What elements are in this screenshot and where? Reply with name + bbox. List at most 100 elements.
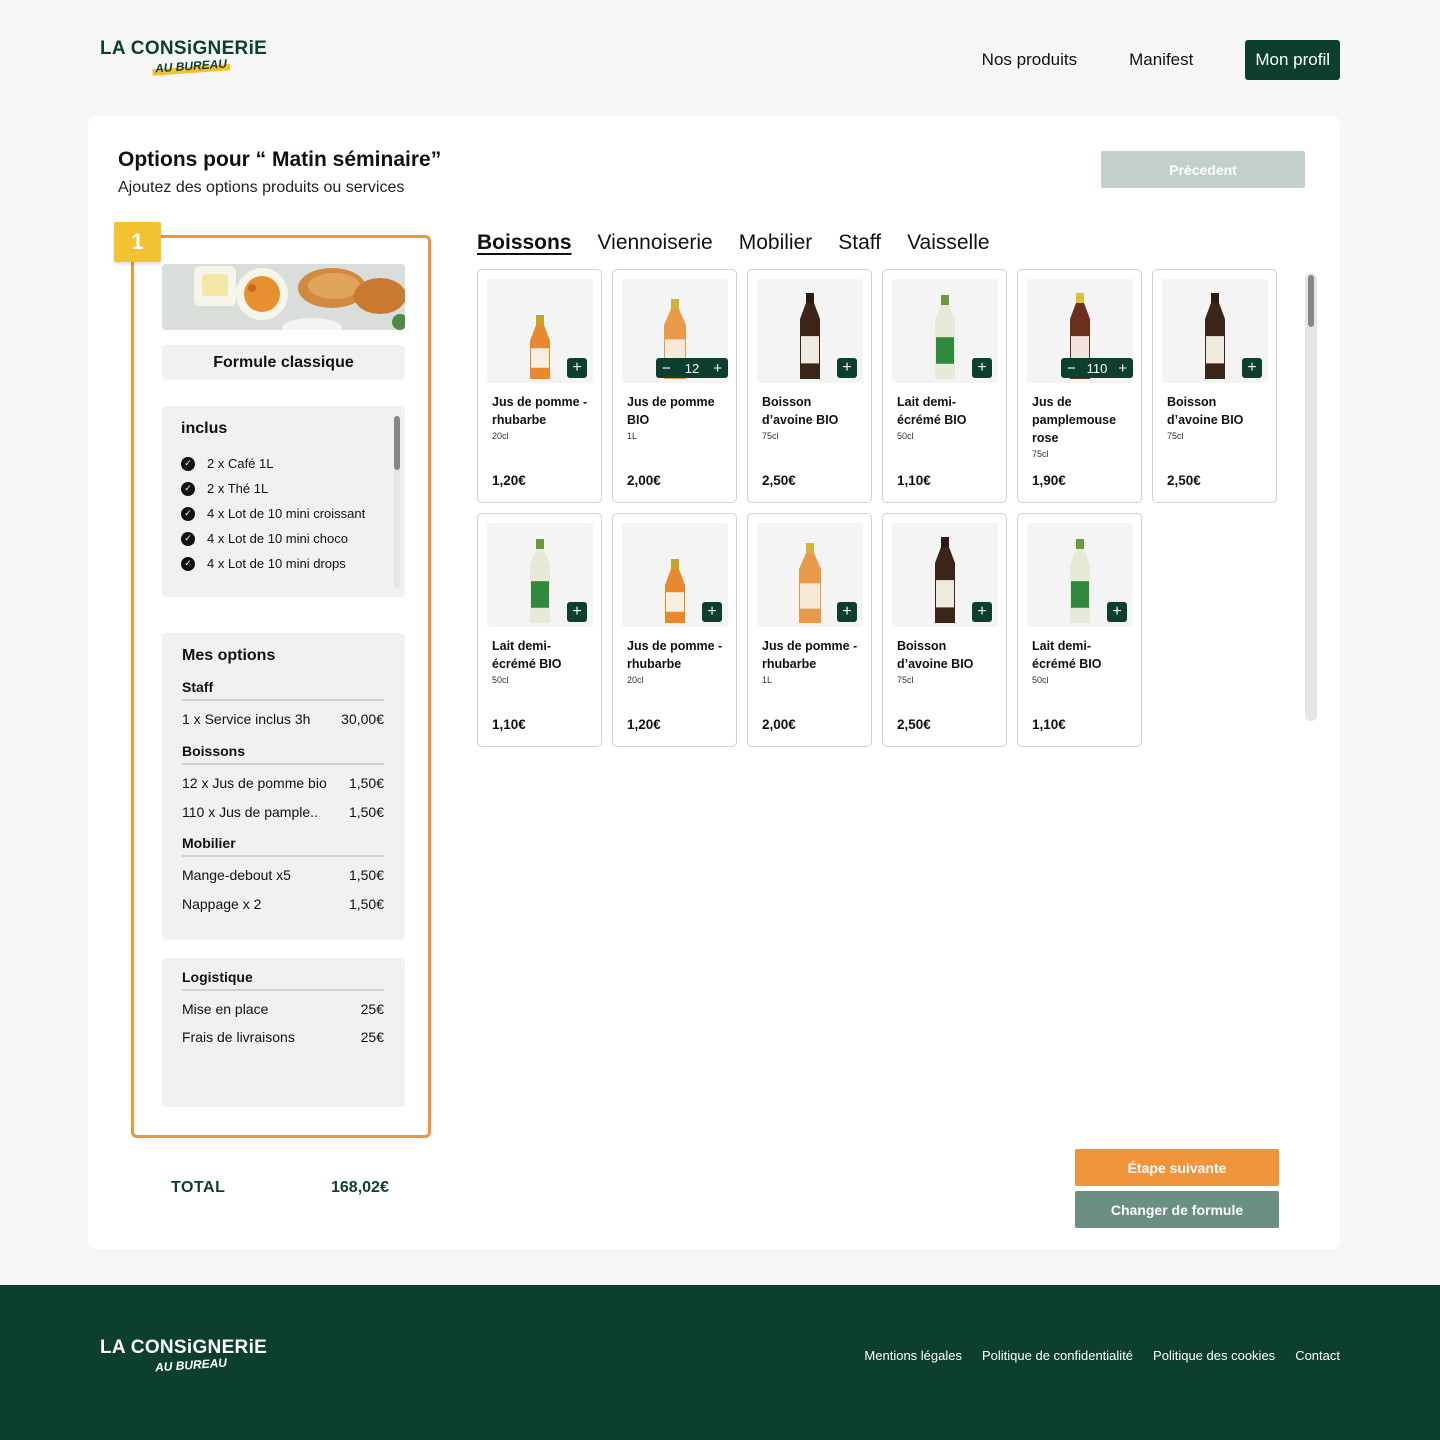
- tab-mobilier[interactable]: Mobilier: [739, 231, 813, 255]
- product-volume: 50cl: [492, 675, 509, 685]
- minus-icon[interactable]: −: [1067, 360, 1076, 377]
- list-item: ✓ 4 x Lot de 10 mini choco: [181, 526, 391, 551]
- product-name: Lait demi-écrémé BIO 50cl: [897, 393, 997, 443]
- change-formula-button[interactable]: Changer de formule: [1075, 1191, 1279, 1228]
- product-name: Lait demi-écrémé BIO 50cl: [492, 637, 592, 687]
- product-title: Jus de pamplemouse rose: [1032, 395, 1117, 445]
- options-card: Options pour “ Matin séminaire” Ajoutez …: [88, 116, 1340, 1249]
- option-row: 110 x Jus de pample.. 1,50€: [182, 804, 384, 820]
- add-product-button[interactable]: +: [972, 602, 992, 622]
- footer-links: Mentions légales Politique de confidenti…: [864, 1348, 1340, 1363]
- footer-logo[interactable]: LA CONSiGNERiE AU BUREAU: [100, 1337, 290, 1381]
- main-nav: Nos produits Manifest Mon profil: [982, 40, 1340, 80]
- footer-link-legal[interactable]: Mentions légales: [864, 1348, 962, 1363]
- tab-vaisselle[interactable]: Vaisselle: [907, 231, 989, 255]
- tab-boissons[interactable]: Boissons: [477, 231, 572, 255]
- product-title: Lait demi-écrémé BIO: [492, 639, 562, 671]
- option-price: 1,50€: [348, 775, 384, 791]
- footer: LA CONSiGNERiE AU BUREAU Mentions légale…: [0, 1285, 1440, 1440]
- scrollbar-thumb[interactable]: [394, 416, 400, 470]
- product-card[interactable]: + Jus de pomme - rhubarbe 20cl 1,20€: [612, 513, 737, 747]
- list-item: ✓ 2 x Café 1L: [181, 451, 391, 476]
- add-product-button[interactable]: +: [567, 358, 587, 378]
- footer-link-privacy[interactable]: Politique de confidentialité: [982, 1348, 1133, 1363]
- plus-icon: +: [977, 603, 987, 620]
- plus-icon: +: [977, 359, 987, 376]
- add-product-button[interactable]: +: [567, 602, 587, 622]
- quantity-stepper[interactable]: −110 +: [1061, 358, 1133, 378]
- options-section-staff: Staff: [182, 679, 384, 701]
- formule-panel: Formule classique inclus ✓ 2 x Café 1L ✓ 2…: [131, 235, 431, 1138]
- included-item-label: 4 x Lot de 10 mini choco: [207, 531, 348, 546]
- included-item-label: 2 x Café 1L: [207, 456, 274, 471]
- product-price: 2,50€: [762, 473, 796, 488]
- my-options-box: Mes options Staff 1 x Service inclus 3h 3…: [162, 633, 405, 940]
- check-icon: ✓: [181, 556, 195, 571]
- product-card[interactable]: −12 + Jus de pomme BIO 1L 2,00€: [612, 269, 737, 503]
- brand-logo[interactable]: LA CONSiGNERiE AU BUREAU: [100, 38, 290, 82]
- included-scrollbar[interactable]: [394, 416, 400, 588]
- check-icon: ✓: [181, 481, 195, 496]
- footer-link-contact[interactable]: Contact: [1295, 1348, 1340, 1363]
- product-card[interactable]: + Jus de pomme - rhubarbe 1L 2,00€: [747, 513, 872, 747]
- page-subtitle: Ajoutez des options produits ou services: [118, 179, 405, 196]
- tab-viennoiserie[interactable]: Viennoiserie: [598, 231, 713, 255]
- formule-image: [162, 264, 405, 330]
- quantity-stepper[interactable]: −12 +: [656, 358, 728, 378]
- nav-products-link[interactable]: Nos produits: [982, 50, 1077, 70]
- plus-icon: +: [842, 359, 852, 376]
- option-label: Mange-debout x5: [182, 867, 291, 883]
- option-row: 12 x Jus de pomme bio 1,50€: [182, 775, 384, 791]
- product-volume: 20cl: [492, 431, 509, 441]
- included-title: inclus: [181, 420, 228, 437]
- product-price: 1,10€: [492, 717, 526, 732]
- product-title: Jus de pomme - rhubarbe: [627, 639, 723, 671]
- list-item: ✓ 2 x Thé 1L: [181, 476, 391, 501]
- product-name: Jus de pamplemouse rose 75cl: [1032, 393, 1132, 461]
- product-card[interactable]: −110 + Jus de pamplemouse rose 75cl 1,90€: [1017, 269, 1142, 503]
- add-product-button[interactable]: +: [1242, 358, 1262, 378]
- check-icon: ✓: [181, 506, 195, 521]
- footer-link-cookies[interactable]: Politique des cookies: [1153, 1348, 1275, 1363]
- previous-button[interactable]: Précedent: [1101, 151, 1305, 188]
- tab-staff[interactable]: Staff: [838, 231, 881, 255]
- add-product-button[interactable]: +: [1107, 602, 1127, 622]
- nav-manifest-link[interactable]: Manifest: [1129, 50, 1193, 70]
- next-step-button[interactable]: Étape suivante: [1075, 1149, 1279, 1186]
- option-price: 30,00€: [341, 711, 384, 727]
- product-card[interactable]: + Boisson d’avoine BIO 75cl 2,50€: [882, 513, 1007, 747]
- product-price: 1,10€: [897, 473, 931, 488]
- product-title: Lait demi-écrémé BIO: [897, 395, 967, 427]
- product-volume: 75cl: [1167, 431, 1184, 441]
- options-section-mobilier: Mobilier: [182, 835, 384, 857]
- product-volume: 75cl: [897, 675, 914, 685]
- add-product-button[interactable]: +: [837, 602, 857, 622]
- product-name: Boisson d’avoine BIO 75cl: [762, 393, 862, 443]
- total-label: TOTAL: [171, 1179, 226, 1196]
- product-card[interactable]: + Lait demi-écrémé BIO 50cl 1,10€: [477, 513, 602, 747]
- minus-icon[interactable]: −: [662, 360, 671, 377]
- scrollbar-thumb[interactable]: [1308, 275, 1314, 327]
- option-label: 1 x Service inclus 3h: [182, 711, 311, 727]
- product-card[interactable]: + Jus de pomme - rhubarbe 20cl 1,20€: [477, 269, 602, 503]
- product-name: Jus de pomme - rhubarbe 20cl: [627, 637, 727, 687]
- total-value: 168,02€: [331, 1179, 389, 1196]
- option-row: Nappage x 2 1,50€: [182, 896, 384, 912]
- plus-icon[interactable]: +: [713, 360, 722, 377]
- profile-button[interactable]: Mon profil: [1245, 40, 1340, 80]
- add-product-button[interactable]: +: [837, 358, 857, 378]
- plus-icon[interactable]: +: [1118, 360, 1127, 377]
- logistics-title: Logistique: [182, 969, 384, 991]
- quantity-value: 12: [684, 360, 700, 376]
- product-card[interactable]: + Lait demi-écrémé BIO 50cl 1,10€: [1017, 513, 1142, 747]
- product-price: 1,20€: [492, 473, 526, 488]
- logistics-price: 25€: [360, 1029, 384, 1045]
- product-scrollbar[interactable]: [1305, 273, 1317, 721]
- add-product-button[interactable]: +: [972, 358, 992, 378]
- logistics-label: Mise en place: [182, 1001, 269, 1017]
- add-product-button[interactable]: +: [702, 602, 722, 622]
- product-card[interactable]: + Boisson d’avoine BIO 75cl 2,50€: [1152, 269, 1277, 503]
- product-card[interactable]: + Lait demi-écrémé BIO 50cl 1,10€: [882, 269, 1007, 503]
- product-card[interactable]: + Boisson d’avoine BIO 75cl 2,50€: [747, 269, 872, 503]
- brand-name: LA CONSiGNERiE: [100, 38, 268, 59]
